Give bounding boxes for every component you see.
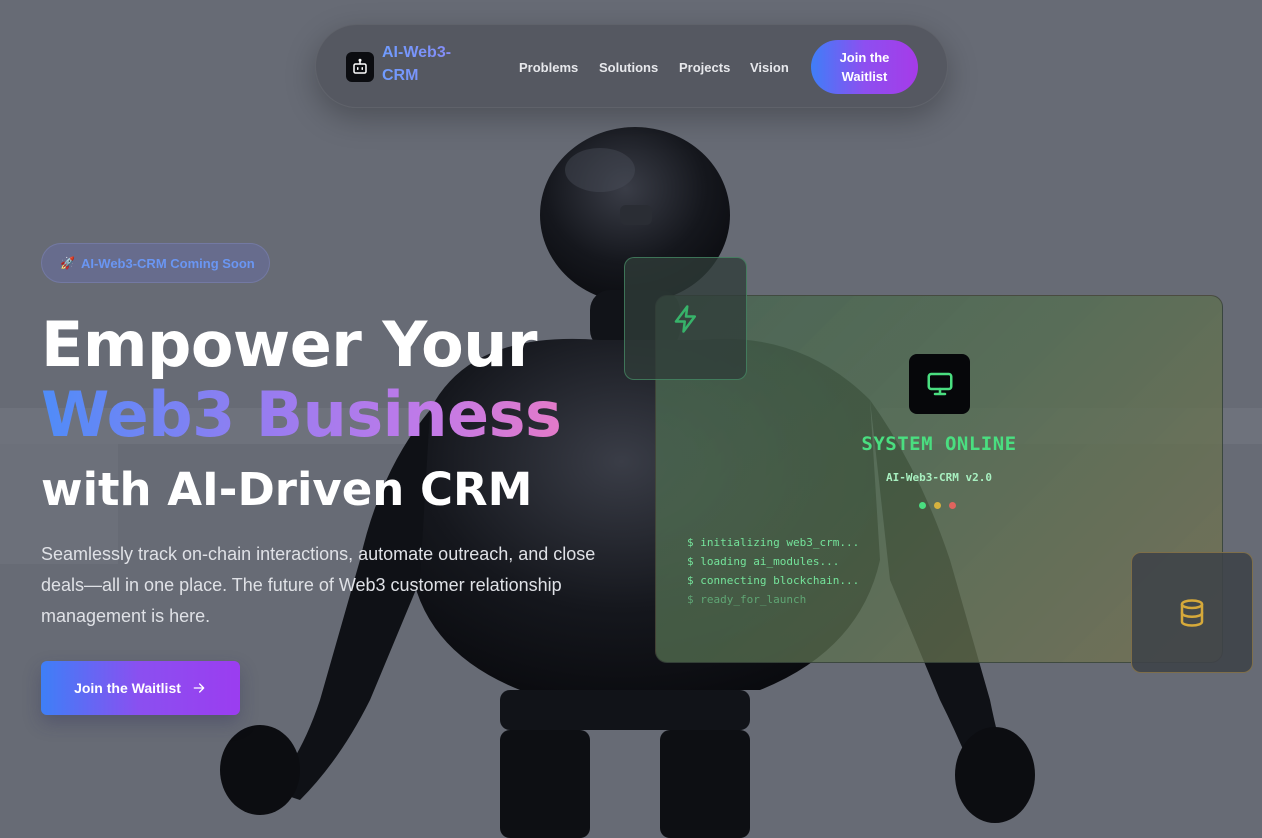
- log-line: $ ready_for_launch: [687, 593, 807, 606]
- hero-title-line-1: Empower Your: [41, 308, 537, 381]
- status-dot-green: [919, 502, 926, 509]
- nav-link-solutions[interactable]: Solutions: [599, 60, 658, 75]
- rocket-icon: 🚀: [60, 256, 75, 270]
- database-icon: [1180, 598, 1204, 627]
- monitor-icon: [909, 354, 970, 414]
- lightning-panel: [624, 257, 747, 380]
- system-version: AI-Web3-CRM v2.0: [886, 471, 992, 484]
- hero-title-line-3: with AI-Driven CRM: [41, 463, 533, 516]
- badge-label: AI-Web3-CRM Coming Soon: [80, 255, 255, 271]
- log-line: $ loading ai_modules...: [687, 555, 840, 568]
- hero-cta-label: Join the Waitlist: [74, 680, 181, 696]
- log-line: $ initializing web3_crm...: [687, 536, 860, 549]
- nav-link-problems[interactable]: Problems: [519, 60, 578, 75]
- log-line: $ connecting blockchain...: [687, 574, 860, 587]
- hero-description: Seamlessly track on-chain interactions, …: [41, 544, 596, 626]
- hero-join-waitlist-button[interactable]: Join the Waitlist: [41, 661, 240, 715]
- lightning-icon: [674, 304, 696, 333]
- coming-soon-badge: 🚀 AI-Web3-CRM Coming Soon: [41, 243, 270, 283]
- status-dots: [919, 502, 956, 509]
- database-panel: [1131, 552, 1253, 673]
- terminal-log: $ initializing web3_crm... $ loading ai_…: [687, 533, 859, 609]
- nav-link-vision[interactable]: Vision: [750, 60, 789, 75]
- arrow-right-icon: [193, 683, 205, 693]
- navbar: AI-Web3-CRM Problems Solutions Projects …: [315, 24, 948, 108]
- nav-link-projects[interactable]: Projects: [679, 60, 730, 75]
- brand-logo-text[interactable]: AI-Web3-CRM: [382, 41, 482, 87]
- nav-join-waitlist-button[interactable]: Join the Waitlist: [811, 40, 918, 94]
- hero-title-line-2: Web3 Business: [41, 378, 562, 451]
- status-dot-red: [949, 502, 956, 509]
- robot-icon[interactable]: [346, 52, 374, 82]
- status-dot-yellow: [934, 502, 941, 509]
- system-status-title: SYSTEM ONLINE: [861, 433, 1017, 455]
